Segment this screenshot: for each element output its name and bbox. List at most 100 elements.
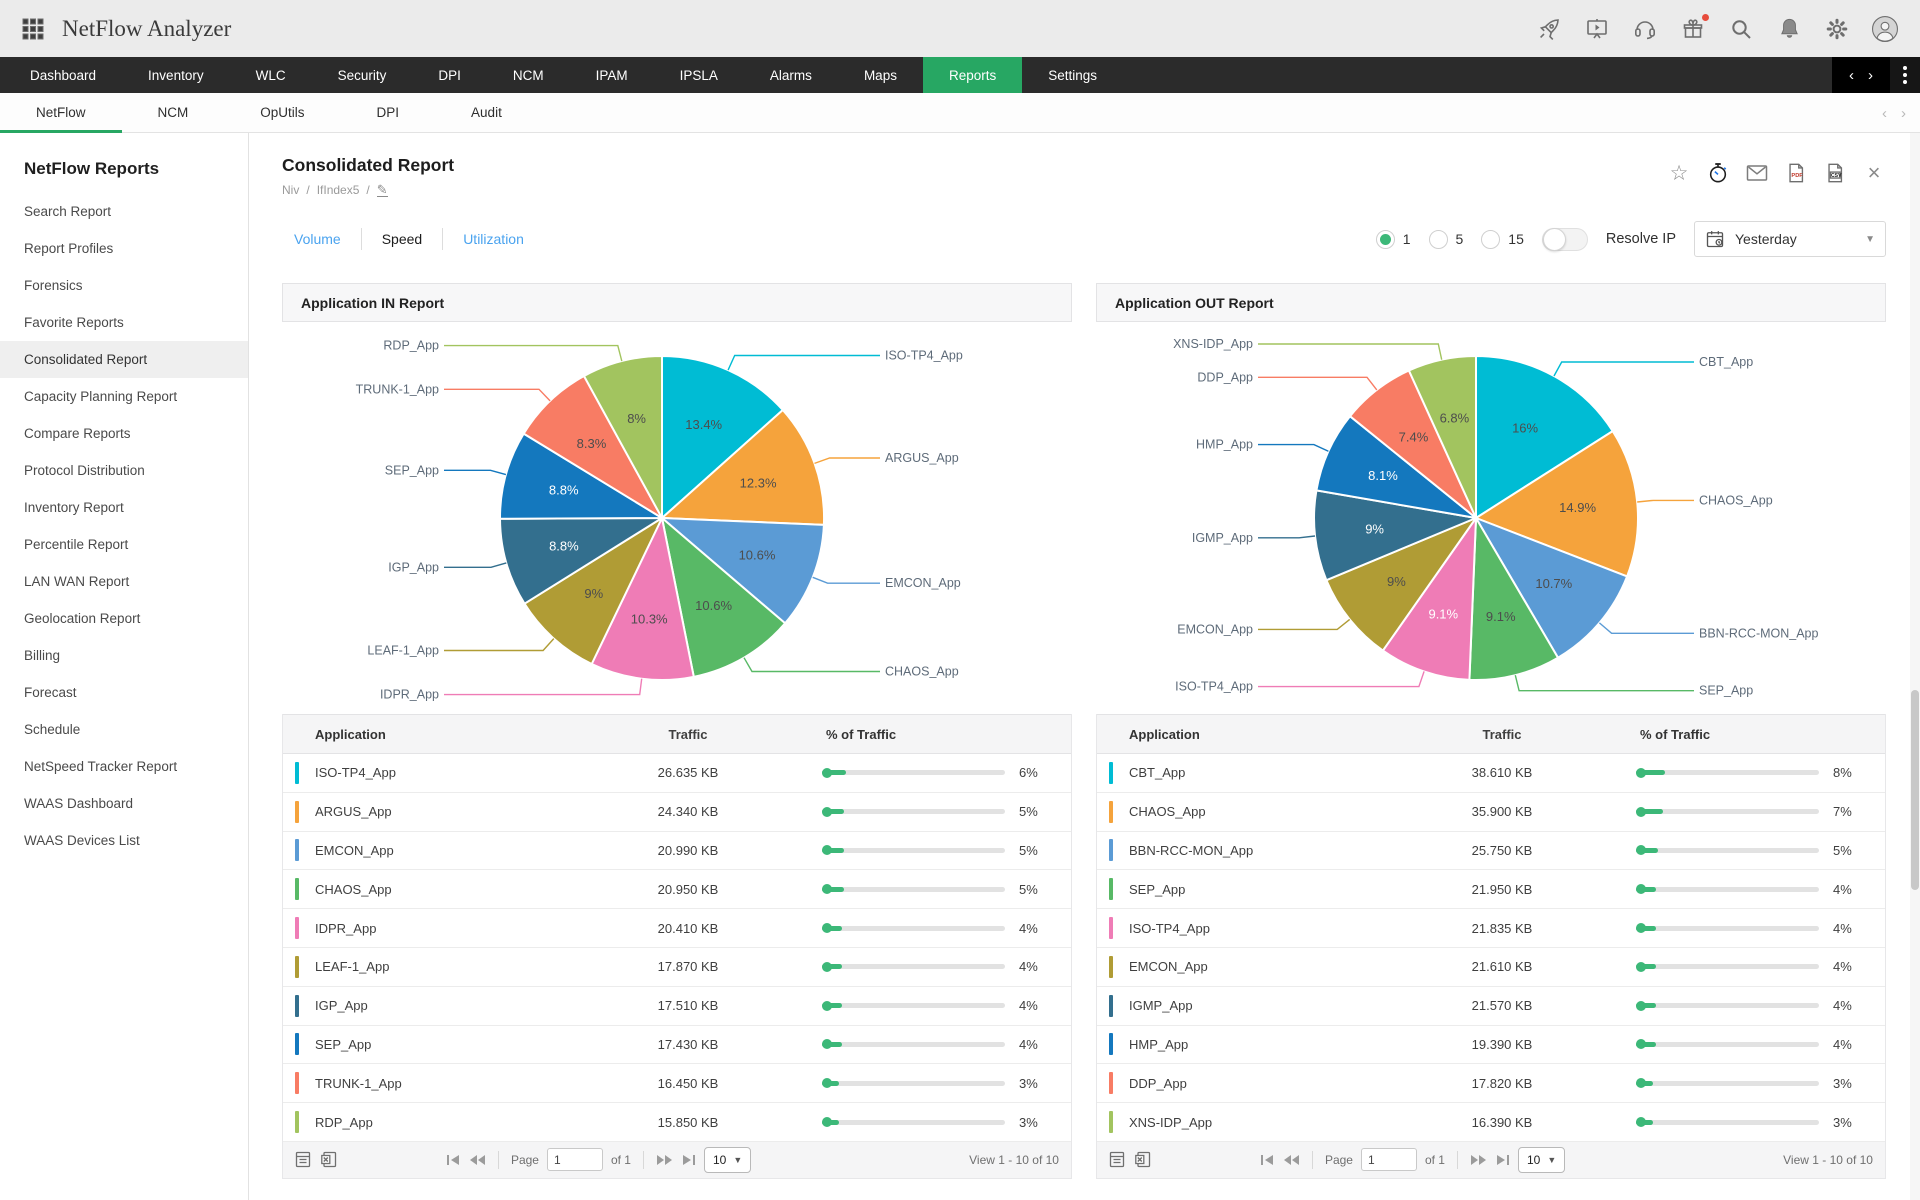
interval-radio-5[interactable]: 5 xyxy=(1428,229,1463,249)
column-header-pct-traffic[interactable]: % of Traffic xyxy=(1577,727,1885,742)
sidebar-item-schedule[interactable]: Schedule xyxy=(0,711,248,748)
sidebar-item-billing[interactable]: Billing xyxy=(0,637,248,674)
column-header-traffic[interactable]: Traffic xyxy=(1427,727,1577,742)
breadcrumb-device[interactable]: Niv xyxy=(282,183,299,197)
page-number-input[interactable] xyxy=(546,1148,603,1172)
favorite-star-icon[interactable]: ☆ xyxy=(1667,161,1691,185)
app-name[interactable]: LEAF-1_App xyxy=(315,959,389,974)
apps-grid-icon[interactable] xyxy=(20,16,46,42)
close-icon[interactable]: × xyxy=(1862,160,1886,185)
interval-radio-15[interactable]: 15 xyxy=(1481,229,1524,249)
app-name[interactable]: IDPR_App xyxy=(315,921,376,936)
nav-item-maps[interactable]: Maps xyxy=(838,57,923,93)
app-name[interactable]: SEP_App xyxy=(315,1037,371,1052)
schedule-timer-icon[interactable] xyxy=(1706,161,1730,185)
next-page-icon[interactable] xyxy=(1470,1153,1487,1167)
sidebar-item-inventory-report[interactable]: Inventory Report xyxy=(0,489,248,526)
first-page-icon[interactable] xyxy=(446,1153,461,1167)
nav-item-wlc[interactable]: WLC xyxy=(230,57,312,93)
app-name[interactable]: BBN-RCC-MON_App xyxy=(1129,843,1253,858)
app-name[interactable]: CHAOS_App xyxy=(1129,804,1206,819)
nav-more-menu-icon[interactable] xyxy=(1890,57,1920,93)
app-name[interactable]: IGMP_App xyxy=(1129,998,1193,1013)
breadcrumb-interface[interactable]: IfIndex5 xyxy=(317,183,360,197)
column-header-application[interactable]: Application xyxy=(1097,727,1427,742)
app-name[interactable]: EMCON_App xyxy=(1129,959,1208,974)
app-name[interactable]: ISO-TP4_App xyxy=(1129,921,1210,936)
sidebar-item-forecast[interactable]: Forecast xyxy=(0,674,248,711)
first-page-icon[interactable] xyxy=(1260,1153,1275,1167)
last-page-icon[interactable] xyxy=(1495,1153,1510,1167)
view-tab-speed[interactable]: Speed xyxy=(362,231,442,247)
sidebar-item-forensics[interactable]: Forensics xyxy=(0,267,248,304)
export-csv-icon[interactable]: CSV xyxy=(1823,161,1847,185)
last-page-icon[interactable] xyxy=(681,1153,696,1167)
subnav-tab-dpi[interactable]: DPI xyxy=(341,93,436,132)
column-header-traffic[interactable]: Traffic xyxy=(613,727,763,742)
sidebar-item-protocol-distribution[interactable]: Protocol Distribution xyxy=(0,452,248,489)
sidebar-item-geolocation-report[interactable]: Geolocation Report xyxy=(0,600,248,637)
interval-radio-1[interactable]: 1 xyxy=(1375,229,1411,249)
sidebar-item-netspeed-tracker-report[interactable]: NetSpeed Tracker Report xyxy=(0,748,248,785)
nav-scroll-right-icon[interactable]: › xyxy=(1868,68,1873,83)
gift-icon[interactable] xyxy=(1680,13,1709,42)
nav-item-inventory[interactable]: Inventory xyxy=(122,57,230,93)
app-name[interactable]: XNS-IDP_App xyxy=(1129,1115,1212,1130)
avatar[interactable] xyxy=(1872,15,1898,42)
view-tab-volume[interactable]: Volume xyxy=(282,231,361,247)
view-tab-utilization[interactable]: Utilization xyxy=(443,231,544,247)
headset-icon[interactable] xyxy=(1632,16,1658,42)
nav-item-security[interactable]: Security xyxy=(312,57,413,93)
export-table-icon[interactable] xyxy=(1109,1151,1125,1168)
page-number-input[interactable] xyxy=(1360,1148,1417,1172)
sidebar-item-waas-devices-list[interactable]: WAAS Devices List xyxy=(0,822,248,859)
nav-item-dpi[interactable]: DPI xyxy=(412,57,487,93)
app-name[interactable]: HMP_App xyxy=(1129,1037,1188,1052)
sidebar-item-waas-dashboard[interactable]: WAAS Dashboard xyxy=(0,785,248,822)
page-size-select[interactable]: 10 ▼ xyxy=(703,1146,752,1173)
sidebar-item-compare-reports[interactable]: Compare Reports xyxy=(0,415,248,452)
email-icon[interactable] xyxy=(1745,161,1769,185)
subnav-scroll-right-icon[interactable]: › xyxy=(1901,105,1906,122)
app-name[interactable]: ARGUS_App xyxy=(315,804,392,819)
nav-scroll-left-icon[interactable]: ‹ xyxy=(1849,68,1854,83)
app-name[interactable]: ISO-TP4_App xyxy=(315,765,396,780)
search-icon[interactable] xyxy=(1728,16,1754,42)
nav-item-reports[interactable]: Reports xyxy=(922,57,1023,93)
export-table-icon[interactable] xyxy=(295,1151,311,1168)
gear-icon[interactable] xyxy=(1824,16,1850,42)
prev-page-icon[interactable] xyxy=(469,1153,486,1167)
subnav-scroll-left-icon[interactable]: ‹ xyxy=(1882,105,1887,122)
sidebar-item-search-report[interactable]: Search Report xyxy=(0,193,248,230)
sidebar-item-capacity-planning-report[interactable]: Capacity Planning Report xyxy=(0,378,248,415)
nav-item-dashboard[interactable]: Dashboard xyxy=(4,57,122,93)
sidebar-item-favorite-reports[interactable]: Favorite Reports xyxy=(0,304,248,341)
export-pdf-icon[interactable]: PDF xyxy=(1784,161,1808,185)
subnav-tab-ncm[interactable]: NCM xyxy=(122,93,225,132)
date-range-select[interactable]: Yesterday ▼ xyxy=(1694,221,1886,257)
bell-icon[interactable] xyxy=(1776,16,1802,42)
sidebar-item-report-profiles[interactable]: Report Profiles xyxy=(0,230,248,267)
page-scrollbar[interactable] xyxy=(1910,133,1920,1200)
sidebar-item-lan-wan-report[interactable]: LAN WAN Report xyxy=(0,563,248,600)
export-excel-icon[interactable] xyxy=(321,1151,337,1168)
nav-item-ipam[interactable]: IPAM xyxy=(570,57,654,93)
sidebar-item-consolidated-report[interactable]: Consolidated Report xyxy=(0,341,248,378)
app-name[interactable]: SEP_App xyxy=(1129,882,1185,897)
subnav-tab-oputils[interactable]: OpUtils xyxy=(224,93,340,132)
nav-item-settings[interactable]: Settings xyxy=(1022,57,1123,93)
resolve-ip-toggle[interactable] xyxy=(1541,227,1588,251)
sidebar-item-percentile-report[interactable]: Percentile Report xyxy=(0,526,248,563)
app-name[interactable]: EMCON_App xyxy=(315,843,394,858)
prev-page-icon[interactable] xyxy=(1283,1153,1300,1167)
nav-item-ipsla[interactable]: IPSLA xyxy=(654,57,744,93)
next-page-icon[interactable] xyxy=(656,1153,673,1167)
subnav-tab-netflow[interactable]: NetFlow xyxy=(0,93,122,133)
demo-player-icon[interactable] xyxy=(1584,16,1610,42)
app-name[interactable]: RDP_App xyxy=(315,1115,373,1130)
nav-item-alarms[interactable]: Alarms xyxy=(744,57,838,93)
export-excel-icon[interactable] xyxy=(1135,1151,1151,1168)
column-header-application[interactable]: Application xyxy=(283,727,613,742)
subnav-tab-audit[interactable]: Audit xyxy=(435,93,538,132)
column-header-pct-traffic[interactable]: % of Traffic xyxy=(763,727,1071,742)
